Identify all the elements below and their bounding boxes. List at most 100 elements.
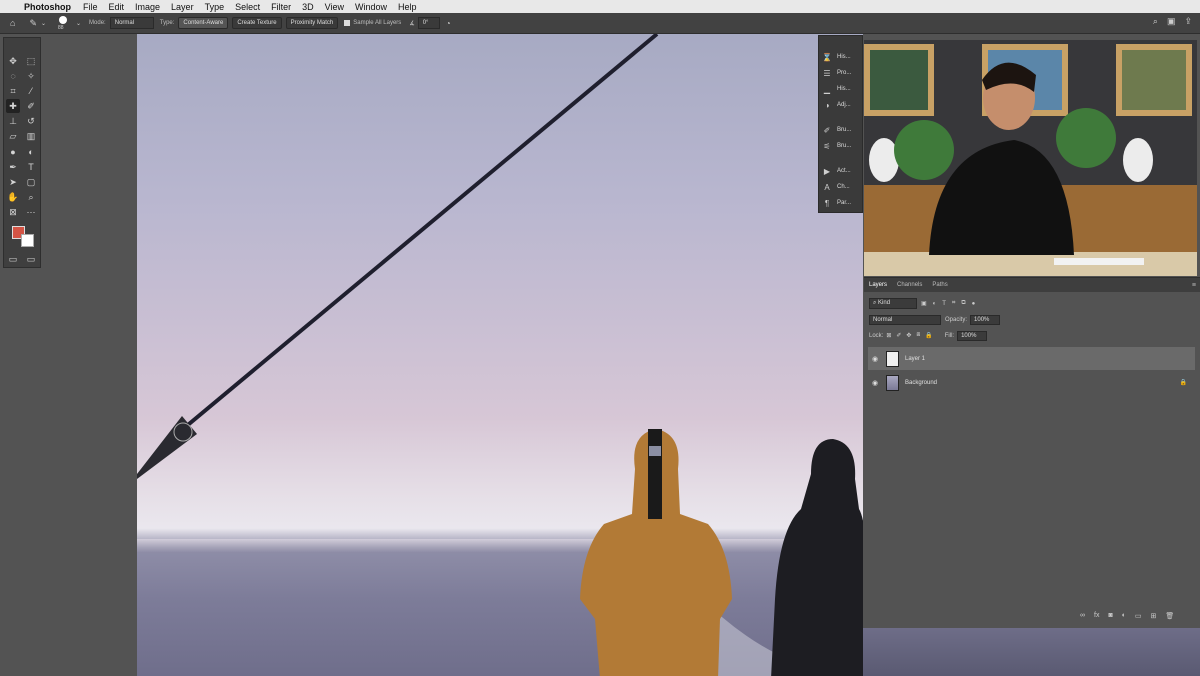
move-tool-icon[interactable]: ✥ xyxy=(6,54,20,68)
eye-icon[interactable]: ◉ xyxy=(870,379,880,387)
search-icon[interactable]: ⌕ xyxy=(1153,16,1158,27)
trash-icon[interactable]: 🗑 xyxy=(1165,612,1174,620)
brush-preset-picker[interactable]: 88 xyxy=(56,15,70,31)
actions-label: Act... xyxy=(837,168,851,174)
lock-image-icon[interactable]: ✐ xyxy=(896,332,901,339)
paragraph-panel-button[interactable]: ¶ Par... xyxy=(822,196,862,210)
spot-healing-tool-icon[interactable]: ✚ xyxy=(6,99,20,113)
eyedropper-tool-icon[interactable]: ⁄ xyxy=(24,84,38,98)
opacity-input[interactable]: 100% xyxy=(970,314,1001,325)
chevron-down-icon[interactable]: ⌄ xyxy=(41,20,46,27)
lock-transparent-icon[interactable]: ⊠ xyxy=(886,332,891,339)
presenter-video xyxy=(864,40,1197,276)
menu-select[interactable]: Select xyxy=(235,2,260,12)
proximity-match-button[interactable]: Proximity Match xyxy=(285,17,339,29)
angle-input[interactable]: 0° xyxy=(417,17,440,29)
paragraph-label: Par... xyxy=(837,200,852,206)
lock-position-icon[interactable]: ✥ xyxy=(906,332,911,339)
layer-row-layer-1[interactable]: ◉ Layer 1 xyxy=(868,347,1195,370)
menu-window[interactable]: Window xyxy=(355,2,387,12)
share-icon[interactable]: ⇪ xyxy=(1184,16,1192,27)
adjustments-panel-button[interactable]: ◑ Adj... xyxy=(822,98,862,112)
new-layer-icon[interactable]: ⊞ xyxy=(1151,612,1157,620)
marquee-tool-icon[interactable]: ⬚ xyxy=(24,54,38,68)
chevron-down-icon[interactable]: ⌄ xyxy=(76,20,81,27)
filter-adjustment-icon[interactable]: ◐ xyxy=(933,301,937,307)
home-icon[interactable]: ⌂ xyxy=(10,18,15,28)
blend-mode-select[interactable]: Normal xyxy=(869,314,941,325)
menu-filter[interactable]: Filter xyxy=(271,2,291,12)
crop-tool-icon[interactable]: ⌗ xyxy=(6,84,20,98)
properties-panel-button[interactable]: ☰ Pro... xyxy=(822,66,862,80)
menu-view[interactable]: View xyxy=(325,2,344,12)
filter-type-icon[interactable]: T xyxy=(942,301,946,307)
add-mask-icon[interactable]: ◙ xyxy=(1108,612,1112,620)
properties-label: Pro... xyxy=(837,70,852,76)
filter-smart-object-icon[interactable]: ⧉ xyxy=(961,300,965,307)
brush-tool-icon[interactable]: ✐ xyxy=(24,99,38,113)
eye-icon[interactable]: ◉ xyxy=(870,355,880,363)
shape-tool-icon[interactable]: ▢ xyxy=(24,175,38,189)
link-layers-icon[interactable]: ∞ xyxy=(1080,612,1085,620)
tab-channels[interactable]: Channels xyxy=(892,282,927,288)
sample-all-layers-checkbox[interactable] xyxy=(344,20,351,26)
tab-layers[interactable]: Layers xyxy=(864,282,892,288)
pressure-icon[interactable]: ◔ xyxy=(446,19,451,28)
document-canvas[interactable] xyxy=(137,34,863,676)
menu-3d[interactable]: 3D xyxy=(302,2,314,12)
filter-toggle-icon[interactable]: ● xyxy=(972,301,976,307)
zoom-tool-icon[interactable]: ⌕ xyxy=(24,190,38,204)
screen-mode-icon[interactable]: ▭ xyxy=(24,252,38,266)
history-brush-tool-icon[interactable]: ↺ xyxy=(24,114,38,128)
kind-filter-select[interactable]: ⌕ Kind xyxy=(869,298,917,309)
brush-settings-panel-button[interactable]: ⚟ Bru... xyxy=(822,139,862,153)
pen-tool-icon[interactable]: ✒ xyxy=(6,160,20,174)
histogram-panel-button[interactable]: ▁ His... xyxy=(822,82,862,96)
more-tools-icon[interactable]: ⋯ xyxy=(24,205,38,219)
history-panel-button[interactable]: ⌛ His... xyxy=(822,50,862,64)
create-texture-button[interactable]: Create Texture xyxy=(232,17,282,29)
spot-healing-brush-icon[interactable]: ✎ xyxy=(29,18,37,29)
lock-all-icon[interactable]: 🔒 xyxy=(925,332,932,339)
background-color-swatch[interactable] xyxy=(21,234,34,247)
workspace-icon[interactable]: ▣ xyxy=(1167,16,1176,27)
character-icon: A xyxy=(824,182,830,192)
filter-pixel-icon[interactable]: ▣ xyxy=(921,300,927,307)
character-panel-button[interactable]: A Ch... xyxy=(822,180,862,194)
menu-layer[interactable]: Layer xyxy=(171,2,194,12)
lock-artboard-icon[interactable]: ⧈ xyxy=(916,332,920,339)
layer-style-icon[interactable]: fx xyxy=(1094,612,1099,620)
panel-menu-icon[interactable]: ≡ xyxy=(1192,282,1196,289)
adjustment-layer-icon[interactable]: ◐ xyxy=(1122,612,1126,620)
lasso-tool-icon[interactable]: ◌ xyxy=(6,69,20,83)
mode-select[interactable]: Normal xyxy=(109,17,154,29)
gradient-tool-icon[interactable]: ▥ xyxy=(24,129,38,143)
blur-tool-icon[interactable]: ● xyxy=(6,145,20,159)
menu-image[interactable]: Image xyxy=(135,2,160,12)
content-aware-button[interactable]: Content-Aware xyxy=(178,17,229,29)
eraser-tool-icon[interactable]: ▱ xyxy=(6,129,20,143)
tab-paths[interactable]: Paths xyxy=(927,282,952,288)
brushes-panel-button[interactable]: ✐ Bru... xyxy=(822,123,862,137)
magic-wand-tool-icon[interactable]: ✧ xyxy=(24,69,38,83)
menu-type[interactable]: Type xyxy=(205,2,225,12)
type-tool-icon[interactable]: T xyxy=(24,160,38,174)
character-label: Ch... xyxy=(837,184,850,190)
hand-tool-icon[interactable]: ✋ xyxy=(6,190,20,204)
menu-edit[interactable]: Edit xyxy=(109,2,125,12)
actions-panel-button[interactable]: ▶ Act... xyxy=(822,164,862,178)
app-menu[interactable]: Photoshop xyxy=(24,2,71,12)
adjustments-icon: ◑ xyxy=(824,100,830,110)
path-selection-tool-icon[interactable]: ➤ xyxy=(6,175,20,189)
dodge-tool-icon[interactable]: ◐ xyxy=(24,145,38,159)
edit-toolbar-icon[interactable]: ⊠ xyxy=(6,205,20,219)
quick-mask-icon[interactable]: ▭ xyxy=(6,252,20,266)
menu-help[interactable]: Help xyxy=(398,2,417,12)
menu-file[interactable]: File xyxy=(83,2,98,12)
layer-row-background[interactable]: ◉ Background 🔒 xyxy=(868,371,1195,394)
stamp-tool-icon[interactable]: ⊥ xyxy=(6,114,20,128)
tools-panel: ✥ ⬚ ◌ ✧ ⌗ ⁄ ✚ ✐ ⊥ ↺ ▱ ▥ ● ◐ ✒ T ➤ ▢ ✋ ⌕ … xyxy=(3,37,41,268)
group-icon[interactable]: ▭ xyxy=(1135,612,1142,620)
fill-input[interactable]: 100% xyxy=(957,330,988,341)
filter-shape-icon[interactable]: ⌗ xyxy=(952,300,955,307)
